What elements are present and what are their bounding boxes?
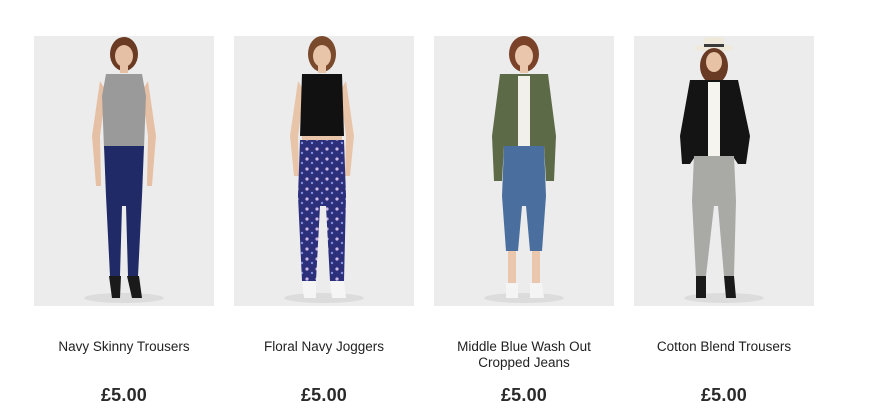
product-name[interactable]: Middle Blue Wash Out Cropped Jeans: [434, 339, 614, 373]
product-name[interactable]: Floral Navy Joggers: [234, 339, 414, 373]
product-name[interactable]: Navy Skinny Trousers: [34, 339, 214, 373]
product-name[interactable]: Cotton Blend Trousers: [634, 339, 814, 373]
product-card[interactable]: Cotton Blend Trousers £5.00: [634, 36, 814, 406]
product-price: £5.00: [700, 385, 748, 405]
product-price: £5.00: [500, 385, 548, 405]
model-figure-black-top-floral-joggers: [284, 36, 364, 303]
model-figure-khaki-shirt-cropped-jeans: [484, 36, 564, 303]
product-image[interactable]: [34, 36, 214, 306]
product-card[interactable]: Floral Navy Joggers £5.00: [234, 36, 414, 406]
product-card[interactable]: Navy Skinny Trousers £5.00: [34, 36, 214, 406]
product-image[interactable]: [634, 36, 814, 306]
model-figure-hat-black-jacket-grey-trousers: [680, 37, 764, 303]
product-image[interactable]: [434, 36, 614, 306]
model-figure-grey-top-navy-trousers: [84, 37, 164, 303]
product-card[interactable]: Middle Blue Wash Out Cropped Jeans £5.00: [434, 36, 614, 406]
product-image[interactable]: [234, 36, 414, 306]
product-price: £5.00: [300, 385, 348, 405]
product-price: £5.00: [100, 385, 148, 405]
product-grid: Navy Skinny Trousers £5.00 Floral Navy J…: [34, 36, 814, 406]
